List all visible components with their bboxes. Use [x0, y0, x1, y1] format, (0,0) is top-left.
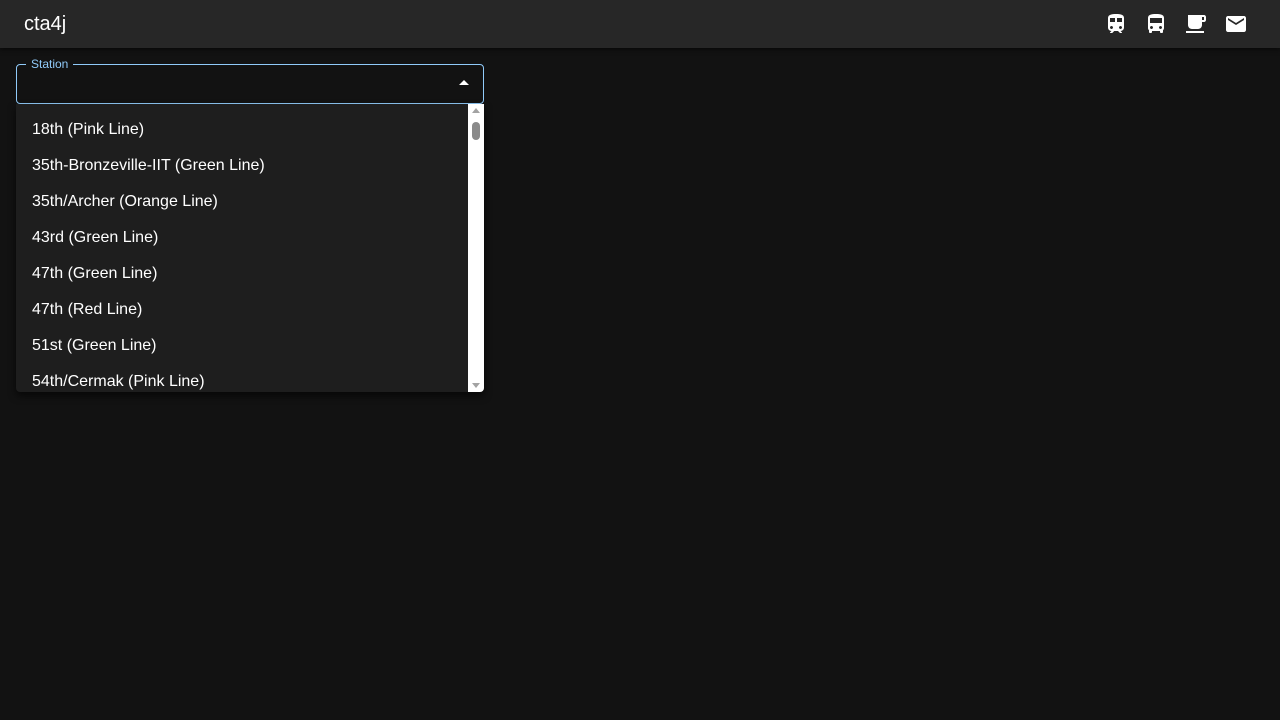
bus-icon[interactable]	[1144, 12, 1168, 36]
scroll-thumb[interactable]	[472, 122, 480, 140]
chevron-up-icon[interactable]	[459, 80, 469, 85]
station-option[interactable]: 47th (Green Line)	[16, 256, 468, 292]
station-option[interactable]: 18th (Pink Line)	[16, 112, 468, 148]
train-icon[interactable]	[1104, 12, 1128, 36]
station-option[interactable]: 43rd (Green Line)	[16, 220, 468, 256]
mail-icon[interactable]	[1224, 12, 1248, 36]
station-option[interactable]: 54th/Cermak (Pink Line)	[16, 364, 468, 392]
station-listbox: 18th (Pink Line) 35th-Bronzeville-IIT (G…	[16, 104, 484, 392]
coffee-icon[interactable]	[1184, 12, 1208, 36]
station-option[interactable]: 51st (Green Line)	[16, 328, 468, 364]
app-title[interactable]: cta4j	[24, 12, 66, 36]
station-option[interactable]: 35th-Bronzeville-IIT (Green Line)	[16, 148, 468, 184]
scroll-up-arrow-icon[interactable]	[472, 108, 480, 113]
station-option[interactable]: 35th/Archer (Orange Line)	[16, 184, 468, 220]
station-select[interactable]: Station	[16, 57, 484, 104]
app-bar: cta4j	[0, 0, 1280, 48]
station-label: Station	[26, 57, 74, 71]
station-option[interactable]: 47th (Red Line)	[16, 292, 468, 328]
listbox-scrollbar[interactable]	[468, 104, 484, 392]
scroll-down-arrow-icon[interactable]	[472, 383, 480, 388]
station-input[interactable]	[31, 73, 445, 97]
